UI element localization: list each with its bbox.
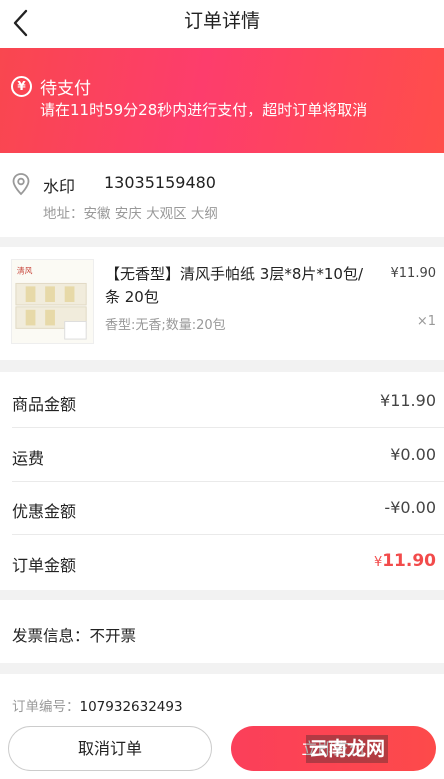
payment-countdown-tip: 请在11时59分28秒内进行支付，超时订单将取消 (40, 101, 368, 119)
order-number-value: 107932632493 (79, 699, 183, 715)
order-status: 待支付 (40, 79, 91, 99)
total-amount: 11.90 (382, 551, 436, 571)
recipient-name: 水印 (43, 177, 76, 196)
product-image: 清风 (11, 259, 94, 344)
product-name: 【无香型】清风手帕纸 3层*8片*10包/条 20包 (105, 265, 363, 306)
address-detail: 地址：安徽 安庆 大观区 大纲 (43, 206, 218, 222)
summary-value: ¥0.00 (390, 445, 436, 464)
page-title: 订单详情 (183, 10, 260, 32)
summary-row-order-total: 订单金额 ¥11.90 (0, 535, 444, 589)
yen-icon: ¥ (11, 76, 32, 97)
svg-text:清风: 清风 (17, 266, 33, 276)
summary-value: -¥0.00 (384, 498, 436, 517)
order-item[interactable]: 清风 【无香型】清风手帕纸 3层*8片*10包/条 20包 ¥11.90 香型:… (0, 247, 444, 360)
summary-row-goods-amount: 商品金额 ¥11.90 (0, 374, 444, 428)
order-number: 订单编号：107932632493 (12, 695, 183, 715)
invoice-text: 发票信息：不开票 (12, 627, 137, 645)
payment-status-banner: ¥ 待支付 请在11时59分28秒内进行支付，超时订单将取消 (0, 48, 444, 153)
product-price: ¥11.90 (390, 266, 437, 281)
nav-bar: 订单详情 (0, 0, 444, 48)
product-spec: 香型:无香;数量:20包 (105, 318, 226, 333)
price-summary: 商品金额 ¥11.90 运费 ¥0.00 优惠金额 -¥0.00 订单金额 ¥1… (0, 372, 444, 590)
summary-value: ¥11.90 (380, 391, 436, 410)
product-quantity: ×1 (416, 314, 436, 329)
location-pin-icon (12, 173, 30, 196)
summary-label: 商品金额 (12, 395, 77, 414)
summary-label: 优惠金额 (12, 502, 77, 521)
total-value: ¥11.90 (374, 551, 436, 571)
cancel-order-button[interactable]: 取消订单 (8, 726, 212, 771)
summary-row-discount: 优惠金额 -¥0.00 (0, 481, 444, 535)
shipping-address[interactable]: 水印 13035159480 地址：安徽 安庆 大观区 大纲 (0, 153, 444, 237)
summary-row-shipping: 运费 ¥0.00 (0, 428, 444, 482)
recipient-phone: 13035159480 (104, 173, 216, 192)
order-number-label: 订单编号： (12, 699, 80, 715)
total-label: 订单金额 (12, 556, 77, 575)
summary-label: 运费 (12, 449, 45, 468)
total-currency: ¥ (373, 555, 383, 570)
invoice-info: 发票信息：不开票 (0, 600, 444, 663)
watermark-logo: 云南龙网 (306, 735, 389, 763)
